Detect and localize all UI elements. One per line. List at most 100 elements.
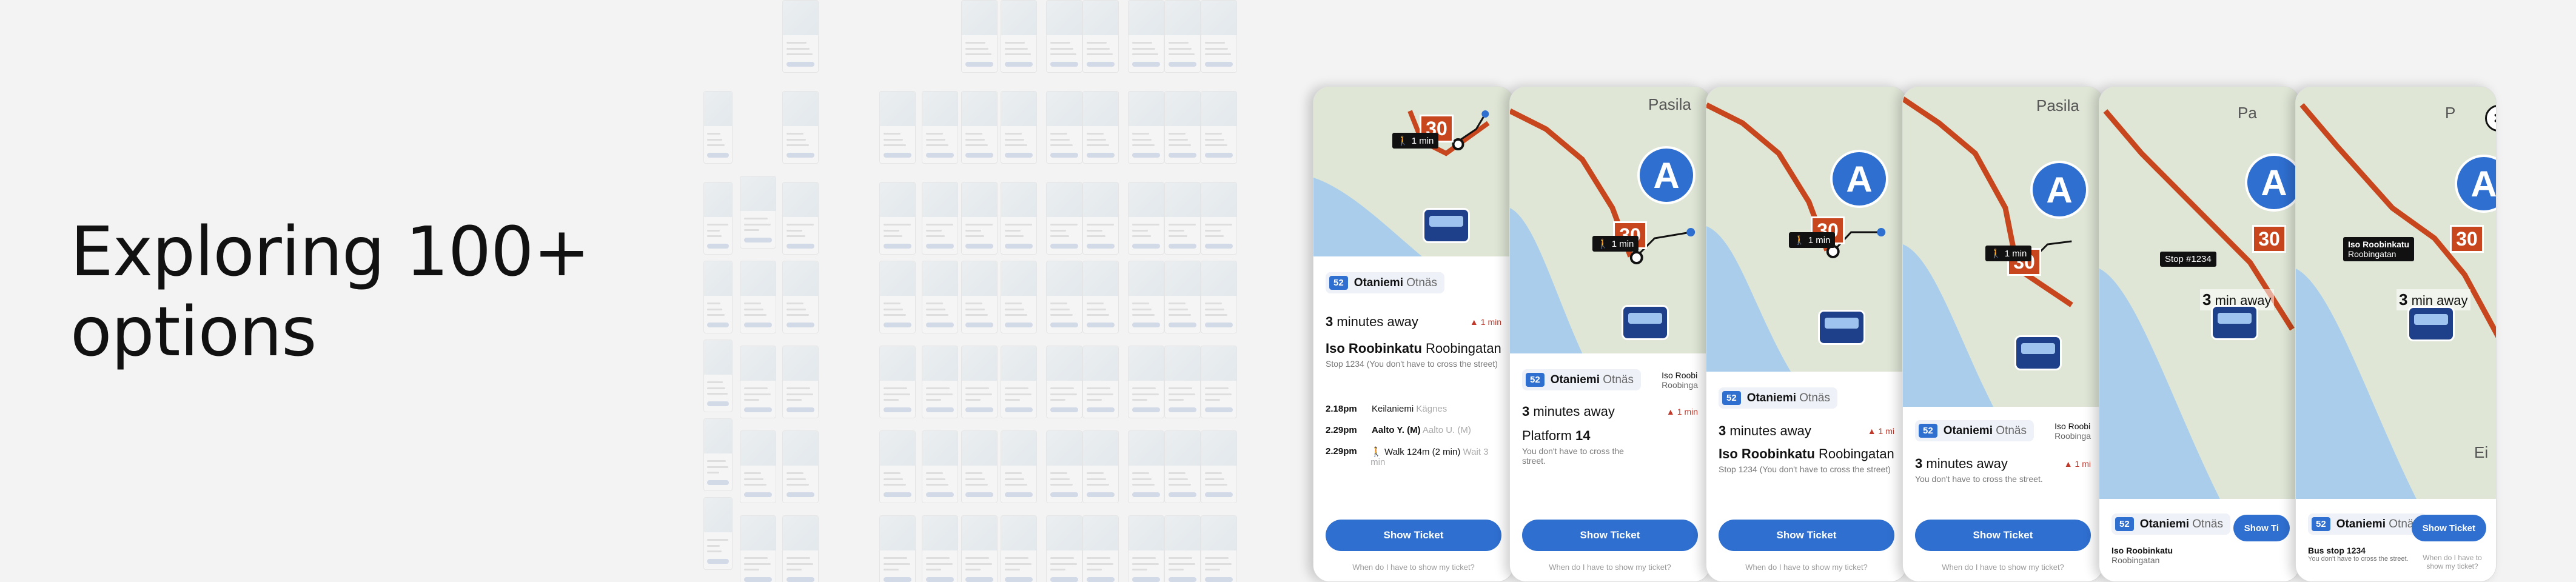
exploration-thumbnail bbox=[1001, 0, 1037, 73]
exploration-thumbnail bbox=[1046, 91, 1082, 164]
route-step: 2.29pm Aalto Y. (M) Aalto U. (M) bbox=[1326, 425, 1501, 435]
exploration-thumbnail bbox=[703, 340, 733, 412]
line-badge: 52 bbox=[1722, 391, 1741, 405]
ticket-help-link[interactable]: When do I have to show my ticket? bbox=[1313, 563, 1514, 572]
route-step-time: 2.18pm bbox=[1326, 404, 1357, 414]
ticket-help-link[interactable]: When do I have to show my ticket? bbox=[1510, 563, 1710, 572]
show-ticket-button[interactable]: Show Ticket bbox=[1719, 520, 1894, 551]
exploration-thumbnail bbox=[782, 346, 819, 418]
exploration-thumbnail bbox=[879, 91, 916, 164]
exploration-thumbnail bbox=[1082, 261, 1119, 333]
exploration-thumbnail bbox=[703, 182, 733, 255]
eta-row: 3 minutes away ▲ 1 mi bbox=[1719, 423, 1894, 439]
exploration-thumbnail bbox=[740, 346, 776, 418]
exploration-thumbnail bbox=[922, 261, 958, 333]
ticket-help-link[interactable]: When do I have to show my ticket? bbox=[2416, 554, 2489, 570]
line-chip[interactable]: 52 Otaniemi Otnäs bbox=[1326, 272, 1444, 293]
show-ticket-button[interactable]: Show Ticket bbox=[1326, 520, 1501, 551]
stop-annotation-fi: Iso Roobinkatu bbox=[2348, 239, 2410, 249]
phone-3: A 30 🚶 1 min 52 Otaniemi Otnäs 3 minutes a… bbox=[1706, 86, 1907, 582]
eta-text: minutes away bbox=[1926, 456, 2008, 471]
exploration-thumbnail bbox=[879, 430, 916, 503]
phone-6: P Ei A 30 Iso Roobinkatu Roobingatan 3 mi… bbox=[2295, 86, 2497, 582]
line-chip[interactable]: 52 Otaniemi Otnäs bbox=[2111, 513, 2230, 535]
map: Pa A 30 Stop #1234 3 min away bbox=[2099, 87, 2299, 499]
exploration-thumbnail bbox=[1082, 515, 1119, 582]
exploration-thumbnail bbox=[1201, 91, 1237, 164]
map-label: Pa bbox=[2238, 104, 2257, 122]
exploration-thumbnail bbox=[961, 182, 998, 255]
exploration-thumbnail bbox=[879, 515, 916, 582]
bus-icon bbox=[1423, 208, 1470, 243]
eta-text: minutes away bbox=[1729, 423, 1811, 438]
route-step-sv: Aalto U. (M) bbox=[1422, 425, 1471, 435]
walk-icon: 🚶 bbox=[1794, 235, 1805, 246]
exploration-thumbnail bbox=[1046, 346, 1082, 418]
walk-icon: 🚶 bbox=[1370, 447, 1382, 457]
show-ticket-button[interactable]: Show Ticket bbox=[1915, 520, 2091, 551]
exploration-thumbnail bbox=[1128, 0, 1164, 73]
exploration-thumbnail bbox=[1201, 515, 1237, 582]
exploration-thumbnail bbox=[1082, 91, 1119, 164]
line-chip[interactable]: 52 Otaniemi Otnäs bbox=[1522, 369, 1641, 390]
exploration-thumbnail bbox=[740, 430, 776, 503]
show-ticket-button[interactable]: Show Ticket bbox=[1522, 520, 1698, 551]
map: A 30 🚶 1 min bbox=[1706, 87, 1907, 372]
show-ticket-button[interactable]: Show Ticket bbox=[2411, 515, 2486, 541]
destination-sv: Otnäs bbox=[1799, 391, 1830, 404]
line-badge: 52 bbox=[2312, 517, 2330, 531]
walk-icon: 🚶 bbox=[1990, 249, 2002, 259]
platform-number: 14 bbox=[1575, 428, 1591, 443]
exploration-thumbnail bbox=[1164, 430, 1201, 503]
route-step-sv: Kägnes bbox=[1416, 404, 1447, 414]
line-chip[interactable]: 52 Otaniemi Otnäs bbox=[2308, 513, 2427, 535]
exploration-thumbnail bbox=[961, 515, 998, 582]
stop-name: Iso Roobinkatu Roobingatan bbox=[1719, 446, 1894, 462]
destination-sv: Otnäs bbox=[1603, 373, 1634, 386]
route-step-time: 2.29pm bbox=[1326, 446, 1357, 457]
exploration-thumbnail bbox=[1046, 430, 1082, 503]
exploration-thumbnail bbox=[961, 91, 998, 164]
map-label-2: Ei bbox=[2474, 443, 2489, 461]
stop-name: Iso Roobinkatu Roobingatan bbox=[1326, 341, 1501, 356]
ticket-help-link[interactable]: When do I have to show my ticket? bbox=[1903, 563, 2103, 572]
eta-text: minutes away bbox=[1533, 404, 1615, 419]
exploration-thumbnail bbox=[961, 430, 998, 503]
exploration-thumbnail bbox=[740, 515, 776, 582]
walk-time: 1 min bbox=[2004, 248, 2027, 259]
exploration-thumbnail bbox=[922, 430, 958, 503]
show-ticket-button[interactable]: Show Ti bbox=[2233, 515, 2290, 541]
destination-fi: Otaniemi bbox=[2139, 517, 2189, 530]
stop-name-fi: Iso Roobinkatu bbox=[2111, 546, 2173, 555]
metro-a-icon: A bbox=[2030, 161, 2088, 219]
phone-mockups: 30 🚶 1 min 52 Otaniemi Otnäs 3 minutes aw… bbox=[1313, 86, 2532, 582]
destination-sv: Otnäs bbox=[2192, 517, 2223, 530]
map-label: Pasila bbox=[2036, 96, 2079, 115]
title-line-1: Exploring 100+ bbox=[70, 213, 590, 292]
map: 30 🚶 1 min bbox=[1313, 87, 1514, 256]
platform-label: Platform bbox=[1522, 428, 1572, 443]
exploration-thumbnail bbox=[703, 261, 733, 333]
eta-row: 3 minutes away ▲ 1 mi bbox=[1915, 456, 2091, 472]
exploration-thumbnail bbox=[1128, 430, 1164, 503]
route-30-tag: 30 bbox=[2252, 225, 2286, 253]
exploration-thumbnail bbox=[703, 91, 733, 164]
line-chip[interactable]: 52 Otaniemi Otnäs bbox=[1915, 420, 2034, 441]
phone-1: 30 🚶 1 min 52 Otaniemi Otnäs 3 minutes aw… bbox=[1313, 86, 1514, 582]
exploration-thumbnail bbox=[1001, 515, 1037, 582]
exploration-thumbnail bbox=[879, 346, 916, 418]
eta-number: 3 bbox=[1326, 314, 1333, 329]
ticket-help-link[interactable]: When do I have to show my ticket? bbox=[1706, 563, 1907, 572]
exploration-thumbnail bbox=[1128, 515, 1164, 582]
exploration-thumbnail bbox=[1128, 261, 1164, 333]
bus-icon bbox=[2407, 306, 2455, 341]
route-step-fi: Keilaniemi bbox=[1372, 404, 1414, 414]
exploration-thumbnail bbox=[740, 176, 776, 249]
exploration-thumbnail bbox=[961, 346, 998, 418]
side-stop-sv: Roobinga bbox=[1662, 380, 1698, 390]
line-chip[interactable]: 52 Otaniemi Otnäs bbox=[1719, 387, 1837, 409]
title-line-2: options bbox=[70, 293, 317, 372]
eta-row: 3 minutes away ▲ 1 min bbox=[1326, 314, 1501, 330]
exploration-thumbnail bbox=[1128, 182, 1164, 255]
stop-name-sv: Roobingatan bbox=[2111, 555, 2160, 565]
